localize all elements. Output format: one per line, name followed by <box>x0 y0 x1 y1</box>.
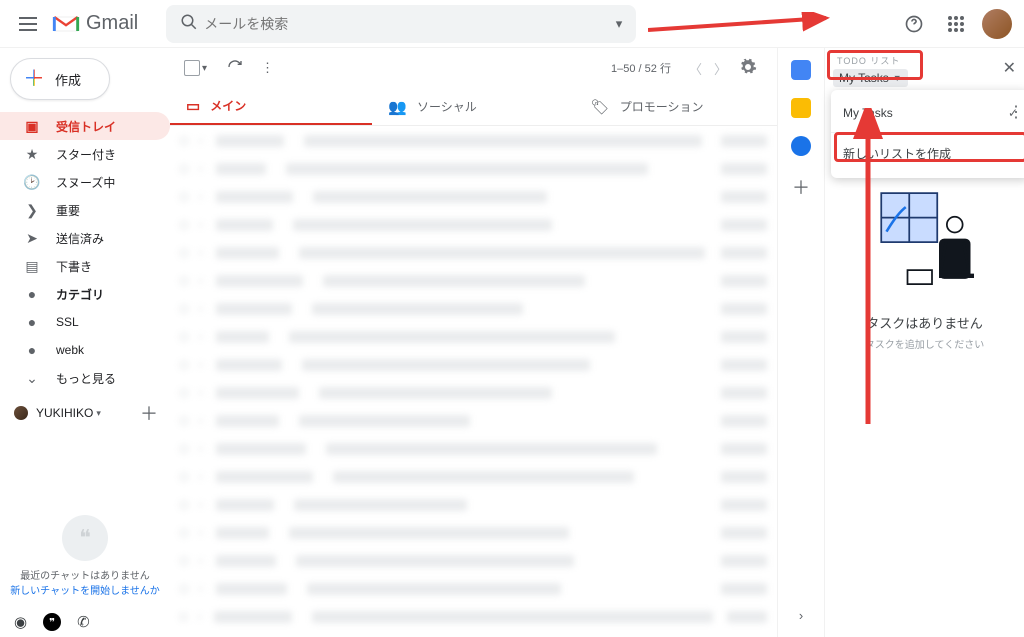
close-panel-button[interactable]: ✕ <box>1003 58 1016 78</box>
mail-row[interactable]: ☆ <box>180 326 767 348</box>
tasks-more-icon[interactable]: ⋮ <box>1008 102 1024 122</box>
page-range: 1–50 / 52 行 <box>611 60 671 76</box>
prev-page[interactable]: 〈 <box>683 59 708 78</box>
settings-icon[interactable] <box>733 58 763 79</box>
mail-row[interactable]: ☆ <box>180 130 767 152</box>
nav-下書き[interactable]: ▤下書き <box>0 252 170 280</box>
select-all-checkbox[interactable] <box>184 60 200 76</box>
caret-down-icon: ▼ <box>893 73 902 83</box>
search-icon <box>174 13 204 34</box>
tasks-panel: TODO リスト My Tasks ▼ ✕ My Tasks ✓ 新しいリストを… <box>824 48 1024 637</box>
task-list-picker[interactable]: My Tasks ▼ <box>833 69 908 87</box>
toolbar: ▾ ⋮ 1–50 / 52 行 〈 〉 <box>170 48 777 88</box>
mail-row[interactable]: ☆ <box>180 298 767 320</box>
main-menu-button[interactable] <box>8 4 48 44</box>
nav-送信済み[interactable]: ➤送信済み <box>0 224 170 252</box>
compose-label: 作成 <box>55 70 81 89</box>
collapse-rail-icon[interactable]: › <box>799 608 803 623</box>
more-button[interactable]: ⋮ <box>261 60 274 76</box>
add-label-button[interactable]: ＋ <box>140 400 158 426</box>
search-bar[interactable]: ▾ <box>166 5 636 43</box>
mail-row[interactable]: ☆ <box>180 410 767 432</box>
next-page[interactable]: 〉 <box>708 59 733 78</box>
compose-button[interactable]: ＋ 作成 <box>10 58 110 100</box>
star-icon: ★ <box>22 146 42 163</box>
plus-icon: ＋ <box>23 68 45 90</box>
refresh-button[interactable] <box>227 59 243 78</box>
empty-illustration <box>855 183 995 303</box>
brand-text: Gmail <box>86 12 138 35</box>
nav-重要[interactable]: ❯重要 <box>0 196 170 224</box>
tab-ソーシャル[interactable]: 👥ソーシャル <box>372 88 574 125</box>
labels-header[interactable]: YUKIHIKO ▾ ＋ <box>0 392 170 430</box>
labels-user: YUKIHIKO <box>36 406 93 420</box>
support-icon[interactable] <box>898 8 930 40</box>
nav-SSL[interactable]: ●SSL <box>0 308 170 336</box>
inbox-icon: ▣ <box>22 118 42 135</box>
tasks-app-icon[interactable] <box>791 136 811 156</box>
mail-row[interactable]: ☆ <box>180 382 767 404</box>
mail-row[interactable]: ☆ <box>180 158 767 180</box>
search-options-icon[interactable]: ▾ <box>610 16 629 32</box>
mail-row[interactable]: ☆ <box>180 354 767 376</box>
mail-row[interactable]: ☆ <box>180 186 767 208</box>
search-input[interactable] <box>204 16 609 32</box>
calendar-app-icon[interactable] <box>791 60 811 80</box>
draft-icon: ▤ <box>22 258 42 275</box>
label-icon: ● <box>22 314 42 330</box>
task-list-name: My Tasks <box>839 71 889 85</box>
mail-row[interactable]: ☆ <box>180 606 767 628</box>
mail-row[interactable]: ☆ <box>180 522 767 544</box>
important-icon: ❯ <box>22 202 42 219</box>
mail-main: ▾ ⋮ 1–50 / 52 行 〈 〉 ▭メイン👥ソーシャル🏷プロモーション ☆… <box>170 48 778 637</box>
nav-もっと見る[interactable]: ⌄もっと見る <box>0 364 170 392</box>
mail-row[interactable]: ☆ <box>180 214 767 236</box>
mail-row[interactable]: ☆ <box>180 578 767 600</box>
nav-webk[interactable]: ●webk <box>0 336 170 364</box>
tab-プロモーション[interactable]: 🏷プロモーション <box>575 88 777 125</box>
nav-受信トレイ[interactable]: ▣受信トレイ <box>0 112 170 140</box>
mail-row[interactable]: ☆ <box>180 550 767 572</box>
sidebar: ＋ 作成 ▣受信トレイ★スター付き🕑スヌーズ中❯重要➤送信済み▤下書き●カテゴリ… <box>0 48 170 637</box>
phone-icon[interactable]: ✆ <box>77 613 90 631</box>
empty-title: タスクはありません <box>866 313 983 332</box>
label-icon: ● <box>22 286 42 302</box>
account-avatar[interactable] <box>982 9 1012 39</box>
clock-icon: 🕑 <box>22 174 42 191</box>
chat-empty-text: 最近のチャットはありません <box>8 569 162 584</box>
label-icon: ● <box>22 342 42 358</box>
nav-スター付き[interactable]: ★スター付き <box>0 140 170 168</box>
tag-icon: 🏷 <box>591 98 610 116</box>
gmail-logo[interactable]: Gmail <box>52 12 138 35</box>
send-icon: ➤ <box>22 230 42 247</box>
people-icon: 👥 <box>388 98 407 116</box>
inbox-icon: ▭ <box>186 97 200 115</box>
start-chat-link[interactable]: 新しいチャットを開始しませんか <box>8 584 162 599</box>
tasks-empty-state: タスクはありません タスクを追加してください <box>833 183 1016 351</box>
more-icon: ⌄ <box>22 370 42 387</box>
menu-item-new-list[interactable]: 新しいリストを作成 <box>831 135 1024 172</box>
task-list-menu: My Tasks ✓ 新しいリストを作成 <box>831 90 1024 178</box>
mail-row[interactable]: ☆ <box>180 270 767 292</box>
empty-subtitle: タスクを追加してください <box>865 336 984 351</box>
addons-plus-icon[interactable]: ＋ <box>792 174 810 200</box>
label-avatar <box>14 406 28 420</box>
menu-item-mytasks[interactable]: My Tasks ✓ <box>831 96 1024 130</box>
select-all-dropdown[interactable]: ▾ <box>202 63 207 74</box>
hangouts-tab-icon[interactable]: ❞ <box>43 613 61 631</box>
apps-icon[interactable] <box>940 8 972 40</box>
mail-row[interactable]: ☆ <box>180 466 767 488</box>
keep-app-icon[interactable] <box>791 98 811 118</box>
tasks-header: TODO リスト <box>837 54 1016 67</box>
side-rail: ＋ › <box>778 48 824 637</box>
nav-カテゴリ[interactable]: ●カテゴリ <box>0 280 170 308</box>
mail-row[interactable]: ☆ <box>180 494 767 516</box>
nav-スヌーズ中[interactable]: 🕑スヌーズ中 <box>0 168 170 196</box>
tab-メイン[interactable]: ▭メイン <box>170 88 372 125</box>
mail-row[interactable]: ☆ <box>180 438 767 460</box>
hangouts-icon: ❝ <box>62 515 108 561</box>
mail-row[interactable]: ☆ <box>180 242 767 264</box>
message-list[interactable]: ☆☆☆☆☆☆☆☆☆☆☆☆☆☆☆☆☆☆☆☆☆☆ <box>170 126 777 637</box>
contacts-icon[interactable]: ◉ <box>14 613 27 631</box>
